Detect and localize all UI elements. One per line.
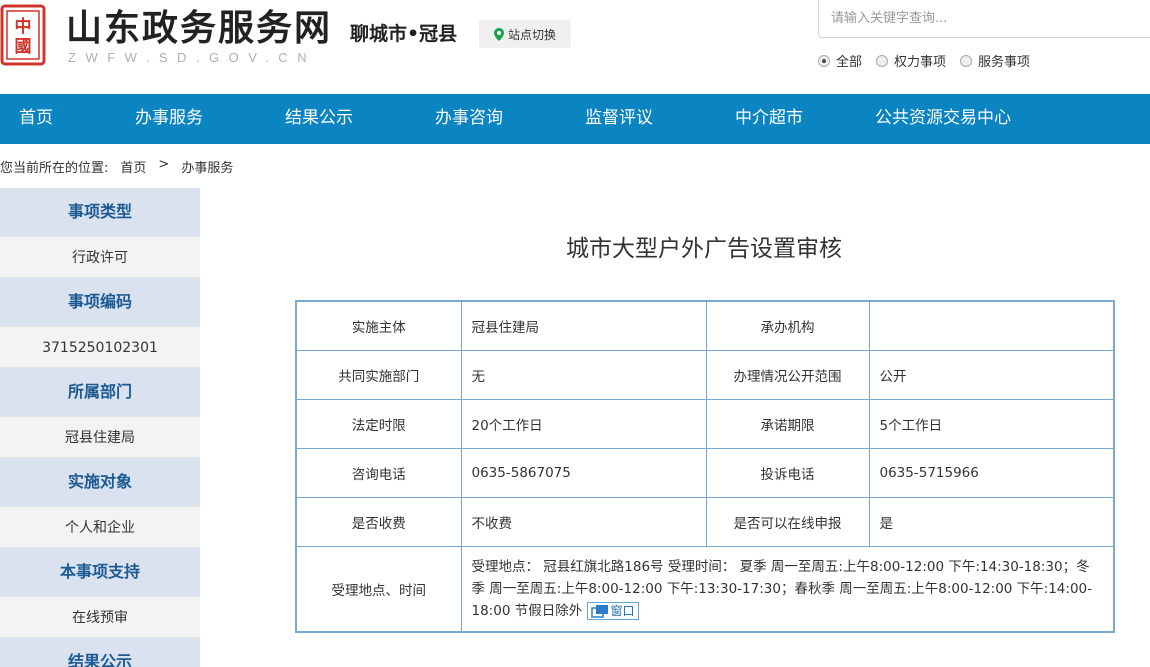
table-value: 公开 xyxy=(868,349,1115,400)
nav-item-trading[interactable]: 公共资源交易中心 xyxy=(875,94,1011,144)
table-value xyxy=(868,300,1115,351)
radio-label: 权力事项 xyxy=(894,55,947,70)
table-row: 实施主体 冠县住建局 承办机构 xyxy=(295,300,1115,351)
radio-dot-icon xyxy=(960,54,973,67)
table-row: 共同实施部门 无 办理情况公开范围 公开 xyxy=(295,349,1115,400)
table-value: 无 xyxy=(460,349,707,400)
sidebar-value-code: 3715250102301 xyxy=(0,326,200,368)
nav-item-consult[interactable]: 办事咨询 xyxy=(435,94,503,144)
site-title[interactable]: 山东政务服务网 xyxy=(66,4,332,52)
radio-label: 全部 xyxy=(836,55,863,70)
sidebar-heading-support: 本事项支持 xyxy=(0,548,200,596)
table-value: 冠县住建局 xyxy=(460,300,707,351)
radio-label: 服务事项 xyxy=(978,55,1031,70)
table-value: 0635-5715966 xyxy=(868,447,1115,498)
table-label: 是否收费 xyxy=(295,496,462,547)
table-label: 投诉电话 xyxy=(705,447,870,498)
sidebar-value-department: 冠县住建局 xyxy=(0,416,200,458)
sidebar-heading-results: 结果公示 xyxy=(0,638,200,667)
sidebar-value-target: 个人和企业 xyxy=(0,506,200,548)
sidebar-heading-code: 事项编码 xyxy=(0,278,200,326)
search-input[interactable] xyxy=(818,0,1150,38)
table-label: 法定时限 xyxy=(295,398,462,449)
seal-text-1: 中 xyxy=(15,16,32,37)
city-name: 聊城市•冠县 xyxy=(350,23,458,45)
window-button[interactable]: 窗口 xyxy=(586,601,639,620)
sidebar-heading-target: 实施对象 xyxy=(0,458,200,506)
location-pin-icon xyxy=(493,27,504,41)
location-time-cell: 受理地点： 冠县红旗北路186号 受理时间： 夏季 周一至周五:上午8:00-1… xyxy=(460,545,1115,633)
table-label: 承办机构 xyxy=(705,300,870,351)
page-title: 城市大型户外广告设置审核 xyxy=(566,236,842,262)
table-row: 咨询电话 0635-5867075 投诉电话 0635-5715966 xyxy=(295,447,1115,498)
sidebar-heading-type: 事项类型 xyxy=(0,188,200,236)
table-label: 共同实施部门 xyxy=(295,349,462,400)
table-label: 是否可以在线申报 xyxy=(705,496,870,547)
window-button-label: 窗口 xyxy=(610,603,635,618)
breadcrumb-home[interactable]: 首页 xyxy=(120,157,146,176)
table-value: 不收费 xyxy=(460,496,707,547)
sidebar-heading-department: 所属部门 xyxy=(0,368,200,416)
radio-service-items[interactable]: 服务事项 xyxy=(960,51,1030,70)
breadcrumb-current[interactable]: 办事服务 xyxy=(181,157,233,176)
search-scope-radios: 全部 权力事项 服务事项 xyxy=(818,51,1030,70)
item-info-table: 实施主体 冠县住建局 承办机构 共同实施部门 无 办理情况公开范围 公开 法定时… xyxy=(295,300,1115,633)
location-time-text: 受理地点： 冠县红旗北路186号 受理时间： 夏季 周一至周五:上午8:00-1… xyxy=(471,558,1093,619)
table-label: 办理情况公开范围 xyxy=(705,349,870,400)
table-value: 20个工作日 xyxy=(460,398,707,449)
radio-dot-icon xyxy=(818,54,830,67)
breadcrumb-separator: > xyxy=(158,157,170,172)
table-value: 0635-5867075 xyxy=(460,447,707,498)
site-header: 中 國 山东政务服务网 ZWFW.SD.GOV.CN 聊城市•冠县 站点切换 全… xyxy=(0,0,1150,94)
table-value: 是 xyxy=(868,496,1115,547)
seal-logo-icon: 中 國 xyxy=(0,4,46,66)
seal-text-2: 國 xyxy=(15,37,32,57)
radio-all[interactable]: 全部 xyxy=(818,51,862,70)
main-nav: 首页 办事服务 结果公示 办事咨询 监督评议 中介超市 公共资源交易中心 xyxy=(0,94,1150,144)
nav-item-results[interactable]: 结果公示 xyxy=(285,94,353,144)
window-icon xyxy=(590,604,608,618)
nav-item-supervision[interactable]: 监督评议 xyxy=(585,94,653,144)
sidebar-value-support: 在线预审 xyxy=(0,596,200,638)
radio-dot-icon xyxy=(876,54,889,67)
nav-item-home[interactable]: 首页 xyxy=(19,94,53,144)
table-label: 实施主体 xyxy=(295,300,462,351)
table-label: 咨询电话 xyxy=(295,447,462,498)
nav-item-agency[interactable]: 中介超市 xyxy=(735,94,803,144)
sidebar: 事项类型 行政许可 事项编码 3715250102301 所属部门 冠县住建局 … xyxy=(0,188,200,667)
radio-power-items[interactable]: 权力事项 xyxy=(876,51,946,70)
table-value: 5个工作日 xyxy=(868,398,1115,449)
table-row: 是否收费 不收费 是否可以在线申报 是 xyxy=(295,496,1115,547)
nav-item-services[interactable]: 办事服务 xyxy=(135,94,203,144)
site-switch-label: 站点切换 xyxy=(507,27,556,42)
table-row: 受理地点、时间 受理地点： 冠县红旗北路186号 受理时间： 夏季 周一至周五:… xyxy=(295,545,1115,633)
table-label: 受理地点、时间 xyxy=(295,545,462,633)
table-label: 承诺期限 xyxy=(705,398,870,449)
site-switch-button[interactable]: 站点切换 xyxy=(479,20,571,48)
breadcrumb-prefix: 您当前所在的位置: xyxy=(0,161,109,176)
table-row: 法定时限 20个工作日 承诺期限 5个工作日 xyxy=(295,398,1115,449)
breadcrumb: 您当前所在的位置: 首页 > 办事服务 xyxy=(0,157,233,176)
site-domain: ZWFW.SD.GOV.CN xyxy=(68,50,317,65)
sidebar-value-type: 行政许可 xyxy=(0,236,200,278)
